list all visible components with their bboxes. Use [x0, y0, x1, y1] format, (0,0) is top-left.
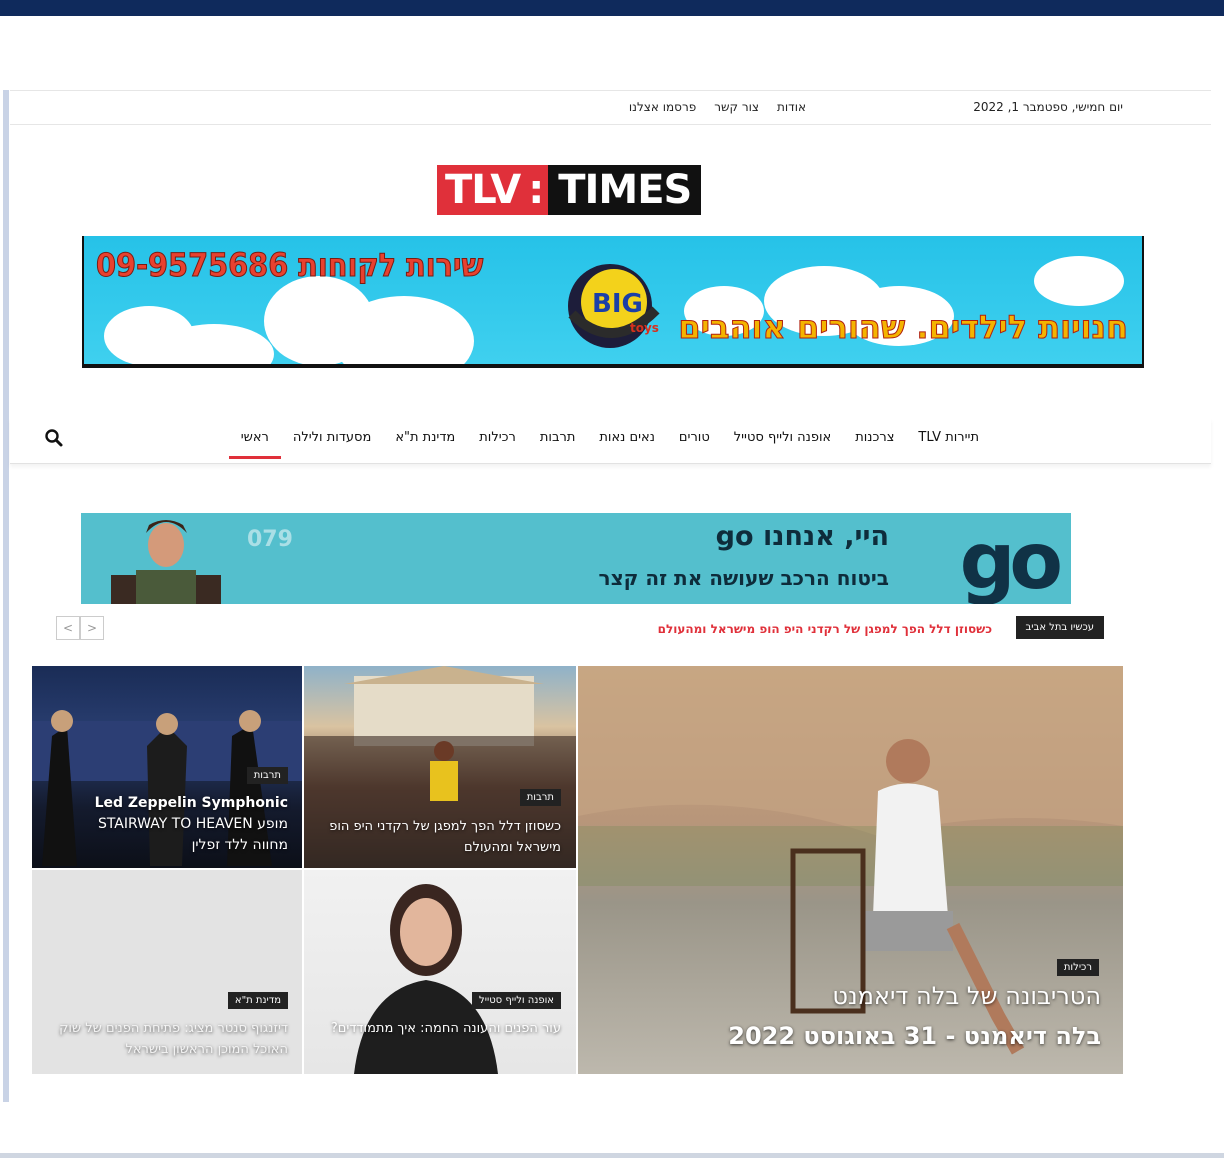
logo-times: TIMES: [548, 165, 702, 215]
featured-article-dance[interactable]: תרבות כשסוזן דלל הפך למפגן של רקדני היפ …: [304, 666, 576, 868]
nav-item-restaurants[interactable]: מסעדות ולילה: [293, 430, 371, 459]
article-title: דיזנגוף סנטר מציג: פתיחת הפנים של שוק הא…: [59, 1021, 288, 1057]
category-badge: אופנה ולייף סטייל: [472, 992, 561, 1009]
article-title: הטריבונה של בלה דיאמנט בלה דיאמנט - 31 ב…: [728, 976, 1101, 1056]
featured-article-dizengoff[interactable]: מדינת ת"א דיזנגוף סנטר מציג: פתיחת הפנים…: [32, 870, 302, 1074]
featured-grid: רכילות הטריבונה של בלה דיאמנט בלה דיאמנט…: [32, 666, 1123, 1074]
svg-text:BIG: BIG: [592, 289, 643, 319]
bigtoys-logo-icon: BIG toys: [568, 264, 660, 348]
nav-item-columns[interactable]: טורים: [679, 430, 710, 459]
nav-item-tourism[interactable]: תיירות TLV: [918, 430, 979, 459]
category-badge: תרבות: [519, 789, 561, 806]
svg-text:toys: toys: [630, 321, 659, 335]
about-link[interactable]: אודות: [777, 100, 806, 114]
category-badge: תרבות: [246, 767, 288, 784]
customer-service-phone: שירות לקוחות 09-9575686: [95, 246, 484, 285]
top-bar: [0, 0, 1224, 16]
article-title-line: מחווה ללד זפלין: [191, 837, 288, 853]
banner-slogan: חנויות לילדים. שהורים אוהבים: [678, 308, 1129, 347]
logo-separator: :: [528, 165, 549, 215]
utility-bar: יום חמישי, ספטמבר 1, 2022 אודות צור קשר …: [10, 90, 1211, 125]
utility-links: אודות צור קשר פרסמו אצלנו: [629, 100, 806, 114]
nav-item-tlv-state[interactable]: מדינת ת"א: [395, 430, 455, 459]
bigtoys-banner[interactable]: שירות לקוחות 09-9575686 BIG toys חנויות …: [82, 236, 1144, 368]
nav-item-gossip[interactable]: רכילות: [479, 430, 516, 459]
ticker-next-button[interactable]: >: [80, 616, 104, 640]
ticker-arrows: < >: [56, 616, 104, 640]
category-badge: מדינת ת"א: [227, 992, 288, 1009]
article-title: Led Zeppelin Symphonic מופע STAIRWAY TO …: [38, 793, 288, 856]
nav-items: ראשי מסעדות ולילה מדינת ת"א רכילות תרבות…: [228, 430, 979, 459]
article-title: עור הפנים והעונה החמה: איך מתמודדים?: [330, 1021, 561, 1036]
go-logo: go: [959, 517, 1063, 604]
ad-headline: היי, אנחנו go: [715, 521, 889, 552]
news-ticker: עכשיו בתל אביב כשסוזן דלל הפך למפגן של ר…: [10, 616, 1211, 642]
nav-item-naim[interactable]: נאים נאות: [599, 430, 655, 459]
category-badge: רכילות: [1056, 959, 1099, 976]
article-subtitle-line: בלה דיאמנט - 31 באוגוסט 2022: [728, 1022, 1101, 1050]
article-title-line: Led Zeppelin Symphonic: [94, 795, 288, 811]
contact-link[interactable]: צור קשר: [714, 100, 759, 114]
site-logo[interactable]: TLV : TIMES: [437, 165, 702, 215]
article-title: כשסוזן דלל הפך למפגן של רקדני היפ הופ מי…: [329, 819, 561, 855]
guitarist-illustration: [111, 520, 221, 604]
page: יום חמישי, ספטמבר 1, 2022 אודות צור קשר …: [10, 90, 1211, 1102]
ticker-headline[interactable]: כשסוזן דלל הפך למפגן של רקדני היפ הופ מי…: [658, 622, 992, 636]
search-icon[interactable]: [44, 428, 64, 448]
featured-article-skin[interactable]: אופנה ולייף סטייל עור הפנים והעונה החמה:…: [304, 870, 576, 1074]
nav-item-culture[interactable]: תרבות: [540, 430, 575, 459]
bottom-border: [0, 1153, 1224, 1158]
left-scroll-track: [3, 90, 9, 1102]
woman-portrait-photo: [354, 884, 498, 1074]
logo-tlv: TLV: [437, 165, 529, 215]
advertise-link[interactable]: פרסמו אצלנו: [629, 100, 696, 114]
ticker-prev-button[interactable]: <: [56, 616, 80, 640]
nav-item-fashion[interactable]: אופנה ולייף סטייל: [734, 430, 831, 459]
featured-article-main[interactable]: רכילות הטריבונה של בלה דיאמנט בלה דיאמנט…: [578, 666, 1123, 1074]
featured-article-concert[interactable]: תרבות Led Zeppelin Symphonic מופע STAIRW…: [32, 666, 302, 868]
go-insurance-banner[interactable]: 079 היי, אנחנו go ביטוח הרכב שעושה את זה…: [81, 513, 1071, 604]
cloud-shape: [1034, 256, 1124, 306]
main-nav: ראשי מסעדות ולילה מדינת ת"א רכילות תרבות…: [10, 418, 1211, 464]
article-title-line: הטריבונה של בלה דיאמנט: [832, 982, 1101, 1010]
nav-item-home[interactable]: ראשי: [228, 430, 282, 459]
ad-phone-number: 079: [247, 527, 293, 552]
current-date: יום חמישי, ספטמבר 1, 2022: [973, 100, 1123, 114]
nav-item-consumer[interactable]: צרכנות: [855, 430, 894, 459]
article-title-line: מופע STAIRWAY TO HEAVEN: [97, 816, 288, 832]
ticker-label: עכשיו בתל אביב: [1015, 616, 1104, 639]
ad-subline: ביטוח הרכב שעושה את זה קצר: [598, 566, 889, 590]
